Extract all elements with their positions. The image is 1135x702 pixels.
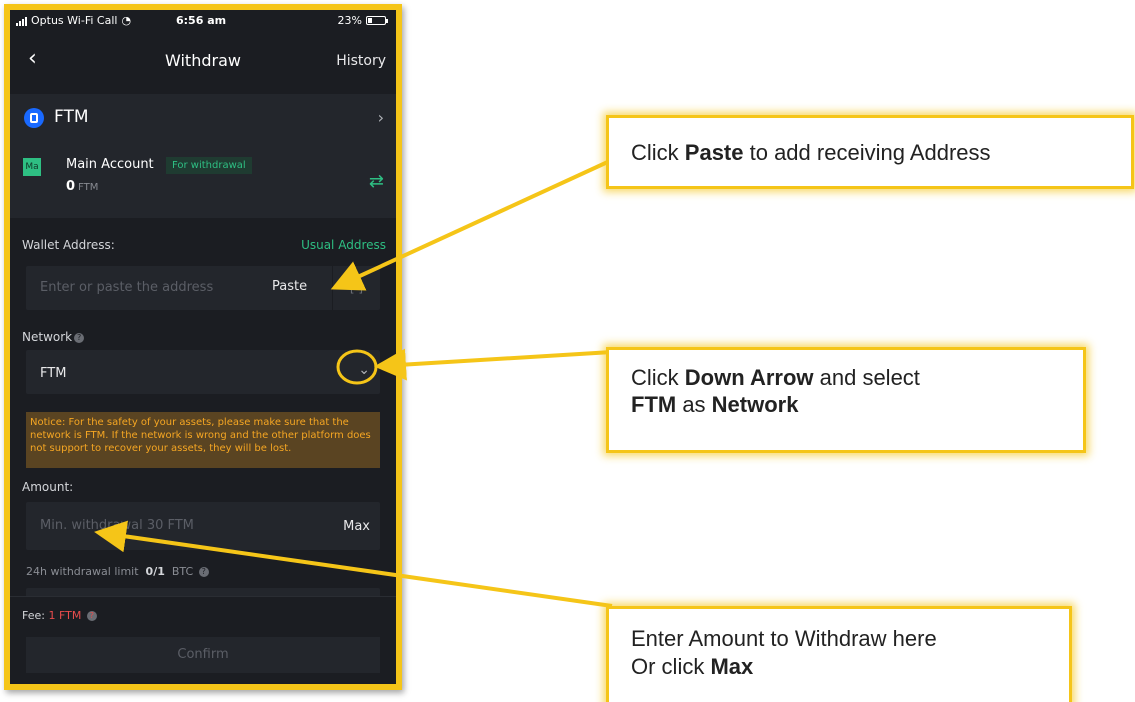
callout-network-pre: Click — [631, 365, 685, 390]
callout-amount-bold: Max — [710, 654, 754, 679]
callout-amount-pre: Or click — [631, 654, 711, 679]
status-time: 6:56 am — [176, 14, 227, 27]
amount-placeholder: Min. withdrawal 30 FTM — [40, 518, 194, 533]
phone-highlight-frame: Optus Wi-Fi Call ◔ 6:56 am 23% ‹ Withdra… — [4, 4, 402, 690]
history-link[interactable]: History — [336, 53, 386, 69]
address-placeholder: Enter or paste the address — [40, 280, 214, 295]
callout-network-bold3: Network — [711, 392, 799, 417]
fantom-coin-icon — [24, 108, 44, 128]
callout-network-bold2: FTM — [631, 392, 677, 417]
transfer-swap-icon[interactable]: ⇄ — [369, 171, 384, 192]
nav-bar: ‹ Withdraw History — [10, 32, 396, 88]
callout-network-bold1: Down Arrow — [684, 365, 814, 390]
callout-amount: Enter Amount to Withdraw here Or click Ma… — [606, 606, 1072, 702]
callout-network-mid2: as — [676, 392, 712, 417]
fee-line: Fee: 1 FTM ? — [22, 609, 97, 622]
usual-address-link[interactable]: Usual Address — [301, 238, 386, 252]
signal-icon — [16, 16, 27, 26]
withdrawal-tag: For withdrawal — [166, 157, 252, 174]
paste-button[interactable]: Paste — [272, 279, 307, 294]
network-notice: Notice: For the safety of your assets, p… — [26, 412, 380, 468]
limit-value: 0/1 — [145, 565, 165, 578]
fee-label: Fee: — [22, 609, 45, 622]
fee-footer: Fee: 1 FTM ? Confirm — [10, 596, 396, 684]
chevron-down-icon[interactable]: ⌄ — [358, 362, 370, 378]
withdrawal-limit-line: 24h withdrawal limit 0/1 BTC ? — [26, 565, 209, 578]
balance-value: 0 — [66, 179, 76, 194]
wallet-address-input[interactable]: Enter or paste the address Paste [ ] — [26, 266, 380, 310]
limit-unit: BTC — [171, 565, 194, 578]
account-name: Main Account — [66, 157, 154, 172]
amount-input[interactable]: Min. withdrawal 30 FTM Max — [26, 502, 380, 550]
network-label-text: Network — [22, 330, 73, 344]
chevron-right-icon[interactable]: › — [378, 108, 384, 127]
limit-label: 24h withdrawal limit — [26, 565, 139, 578]
callout-paste: Click Paste to add receiving Address — [606, 115, 1134, 189]
fee-value: 1 FTM — [48, 609, 82, 622]
amount-label: Amount: — [22, 480, 74, 494]
max-button[interactable]: Max — [343, 519, 370, 534]
battery-percent: 23% — [337, 14, 362, 27]
callout-network-mid: and select — [813, 365, 920, 390]
help-icon[interactable]: ? — [74, 332, 85, 343]
account-balance: 0 FTM — [66, 179, 98, 194]
wifi-icon: ◔ — [121, 14, 132, 27]
coin-selector-card: FTM › Ma Main Account For withdrawal 0 FT… — [10, 94, 396, 218]
callout-network: Click Down Arrow and select FTM as Networ… — [606, 347, 1086, 453]
network-select[interactable]: FTM ⌄ — [26, 350, 380, 394]
network-label: Network? — [22, 330, 85, 344]
coin-name[interactable]: FTM — [54, 107, 89, 127]
account-badge-icon: Ma — [23, 158, 41, 176]
tutorial-canvas: Optus Wi-Fi Call ◔ 6:56 am 23% ‹ Withdra… — [0, 0, 1135, 702]
battery-icon — [366, 16, 388, 25]
battery-level — [368, 18, 372, 23]
confirm-button[interactable]: Confirm — [26, 637, 380, 673]
callout-amount-line1: Enter Amount to Withdraw here — [631, 626, 937, 651]
callout-paste-bold: Paste — [684, 140, 744, 165]
network-value: FTM — [40, 366, 67, 381]
callout-paste-pre: Click — [631, 140, 685, 165]
phone-screen: Optus Wi-Fi Call ◔ 6:56 am 23% ‹ Withdra… — [10, 10, 396, 684]
status-bar: Optus Wi-Fi Call ◔ 6:56 am 23% — [10, 10, 396, 32]
balance-unit: FTM — [78, 182, 99, 193]
callout-paste-post: to add receiving Address — [743, 140, 991, 165]
wallet-address-label: Wallet Address: — [22, 238, 115, 252]
scan-qr-icon[interactable]: [ ] — [332, 266, 380, 310]
arrow-to-network — [374, 348, 613, 381]
carrier-label: Optus Wi-Fi Call — [31, 14, 118, 27]
fee-help-icon[interactable]: ? — [86, 611, 97, 621]
limit-help-icon[interactable]: ? — [198, 567, 209, 577]
